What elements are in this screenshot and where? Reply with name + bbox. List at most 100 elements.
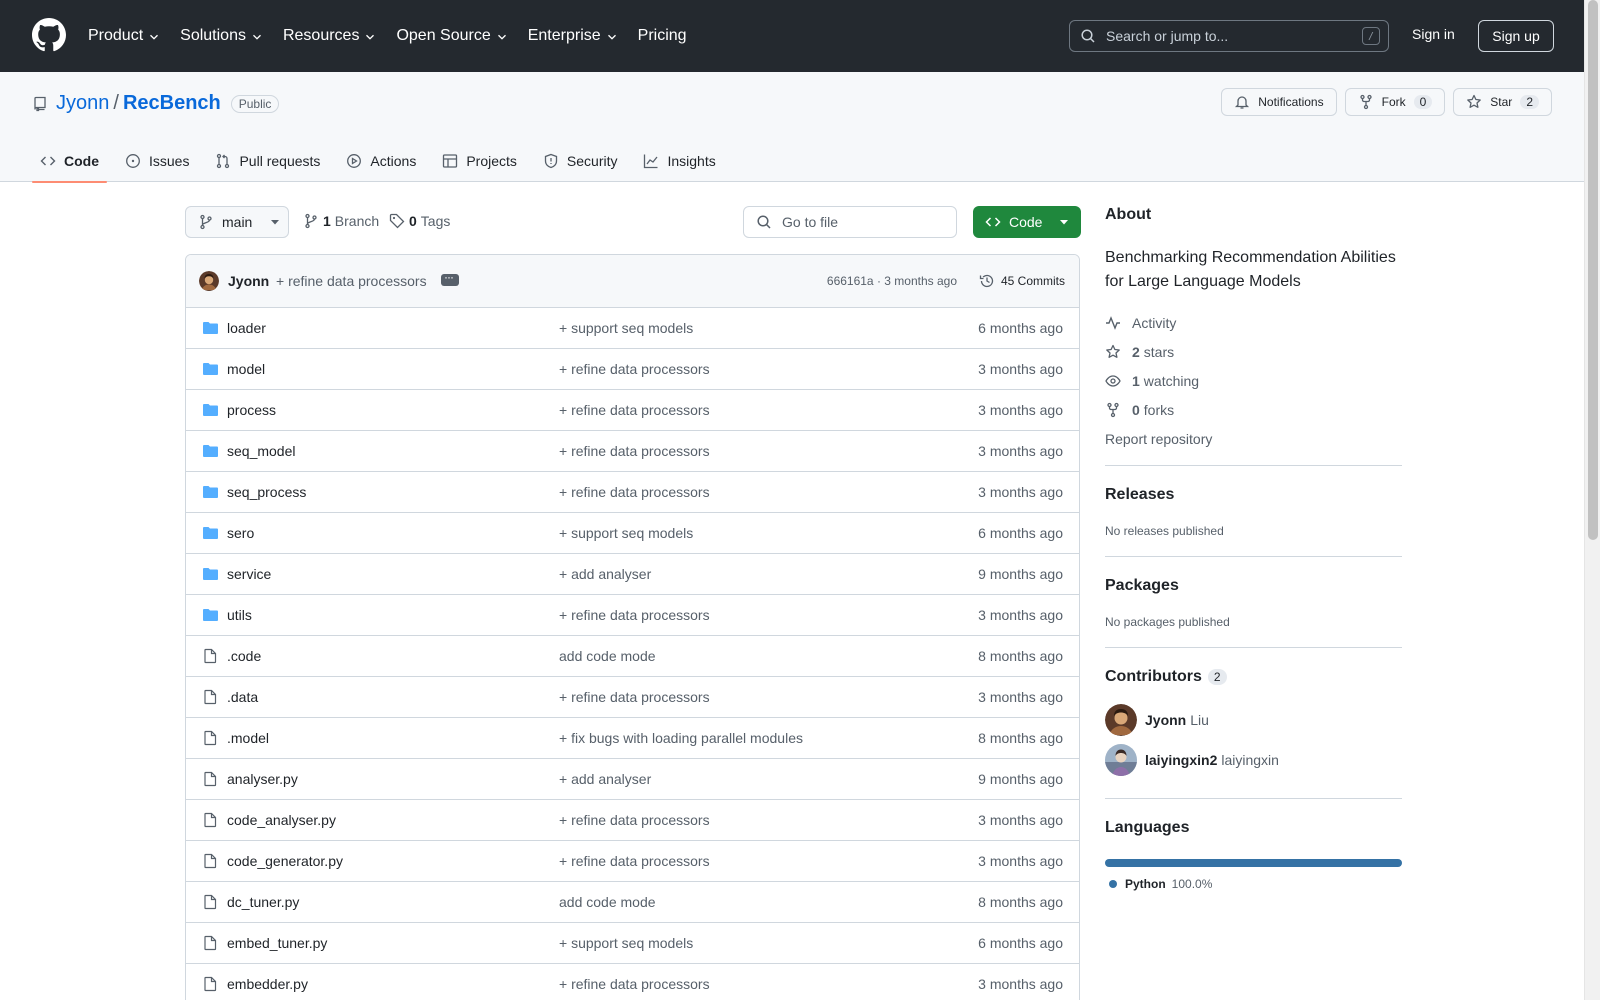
file-commit-message-link[interactable]: add code mode	[559, 648, 656, 664]
file-name-link[interactable]: .data	[227, 689, 258, 705]
nav-open-source[interactable]: Open Source	[396, 22, 508, 50]
file-commit-message-link[interactable]: + refine data processors	[559, 812, 710, 828]
file-name-link[interactable]: dc_tuner.py	[227, 894, 299, 910]
repo-name-link[interactable]: RecBench	[123, 92, 221, 115]
commit-sha-time[interactable]: 666161a · 3 months ago	[827, 274, 957, 288]
forks-link[interactable]: 0 forks	[1105, 395, 1402, 424]
file-row[interactable]: utils + refine data processors 3 months ag…	[186, 595, 1079, 636]
sign-in-link[interactable]: Sign in	[1412, 26, 1455, 42]
page-scrollbar[interactable]	[1584, 0, 1600, 1000]
file-name-link[interactable]: .code	[227, 648, 261, 664]
tab-projects[interactable]: Projects	[434, 140, 525, 182]
tab-insights[interactable]: Insights	[635, 140, 723, 182]
file-commit-message-link[interactable]: + fix bugs with loading parallel modules	[559, 730, 803, 746]
file-commit-message-link[interactable]: + refine data processors	[559, 853, 710, 869]
sign-up-button[interactable]: Sign up	[1478, 20, 1554, 52]
avatar[interactable]	[199, 271, 219, 291]
commit-message-link[interactable]: + refine data processors	[276, 273, 427, 289]
file-commit-message-link[interactable]: + refine data processors	[559, 607, 710, 623]
file-name-link[interactable]: model	[227, 361, 265, 377]
file-row[interactable]: seq_process + refine data processors 3 mon…	[186, 472, 1079, 513]
nav-enterprise[interactable]: Enterprise	[528, 22, 619, 50]
branch-name: main	[222, 214, 253, 230]
file-name-link[interactable]: loader	[227, 320, 266, 336]
file-commit-message-link[interactable]: + refine data processors	[559, 443, 710, 459]
notifications-button[interactable]: Notifications	[1221, 88, 1337, 116]
file-name-link[interactable]: seq_model	[227, 443, 296, 459]
tab-actions[interactable]: Actions	[338, 140, 424, 182]
file-commit-message-link[interactable]: + add analyser	[559, 771, 651, 787]
tags-link[interactable]: 0 Tags	[389, 213, 450, 229]
file-name-link[interactable]: service	[227, 566, 271, 582]
branches-link[interactable]: 1 Branch	[303, 213, 379, 229]
file-name-link[interactable]: embedder.py	[227, 976, 308, 992]
file-name-link[interactable]: embed_tuner.py	[227, 935, 327, 951]
file-commit-message-link[interactable]: + support seq models	[559, 935, 693, 951]
commit-history-link[interactable]: 45 Commits	[979, 273, 1065, 289]
report-repository-link[interactable]: Report repository	[1105, 424, 1402, 453]
file-name-link[interactable]: code_analyser.py	[227, 812, 336, 828]
scrollbar-thumb[interactable]	[1588, 0, 1598, 540]
packages-heading[interactable]: Packages	[1105, 577, 1179, 595]
file-row[interactable]: seq_model + refine data processors 3 month…	[186, 431, 1079, 472]
tab-pull-requests[interactable]: Pull requests	[207, 140, 328, 182]
file-name-link[interactable]: analyser.py	[227, 771, 298, 787]
file-commit-date: 6 months ago	[978, 935, 1063, 951]
file-row[interactable]: dc_tuner.py add code mode 8 months ago	[186, 882, 1079, 923]
nav-solutions[interactable]: Solutions	[180, 22, 264, 50]
file-commit-message-link[interactable]: + refine data processors	[559, 484, 710, 500]
nav-pricing[interactable]: Pricing	[638, 22, 687, 50]
branch-select-button[interactable]: main	[185, 206, 289, 238]
global-search-input[interactable]: Search or jump to... /	[1069, 20, 1389, 52]
file-row[interactable]: loader + support seq models 6 months ago	[186, 308, 1079, 349]
code-dropdown-button[interactable]: Code	[973, 206, 1081, 238]
commit-details-toggle[interactable]	[441, 270, 459, 286]
file-commit-message-link[interactable]: + refine data processors	[559, 689, 710, 705]
file-row[interactable]: analyser.py + add analyser 9 months ago	[186, 759, 1079, 800]
releases-heading[interactable]: Releases	[1105, 486, 1174, 504]
language-item[interactable]: Python 100.0%	[1105, 877, 1402, 891]
repo-owner-link[interactable]: Jyonn	[56, 92, 109, 115]
file-name-link[interactable]: .model	[227, 730, 269, 746]
activity-link[interactable]: Activity	[1105, 308, 1402, 337]
tab-security[interactable]: Security	[535, 140, 626, 182]
go-to-file-input[interactable]: Go to file	[743, 206, 957, 238]
commit-author-link[interactable]: Jyonn	[228, 273, 269, 289]
file-commit-message-link[interactable]: + add analyser	[559, 566, 651, 582]
file-name-link[interactable]: seq_process	[227, 484, 306, 500]
star-button[interactable]: Star 2	[1453, 88, 1552, 116]
fork-button[interactable]: Fork 0	[1344, 88, 1446, 116]
file-name-link[interactable]: utils	[227, 607, 252, 623]
contributors-heading[interactable]: Contributors	[1105, 668, 1202, 686]
stars-link[interactable]: 2 stars	[1105, 337, 1402, 366]
file-row[interactable]: .model + fix bugs with loading parallel m…	[186, 718, 1079, 759]
file-row[interactable]: model + refine data processors 3 months ag…	[186, 349, 1079, 390]
file-commit-message-link[interactable]: + refine data processors	[559, 361, 710, 377]
file-name-link[interactable]: process	[227, 402, 276, 418]
file-row[interactable]: code_analyser.py + refine data processors…	[186, 800, 1079, 841]
nav-resources[interactable]: Resources	[283, 22, 377, 50]
contributor-item[interactable]: Jyonn Liu	[1105, 700, 1402, 740]
file-row[interactable]: .code add code mode 8 months ago	[186, 636, 1079, 677]
file-row[interactable]: process + refine data processors 3 months …	[186, 390, 1079, 431]
tab-issues[interactable]: Issues	[117, 140, 197, 182]
file-commit-message-link[interactable]: add code mode	[559, 894, 656, 910]
file-name-link[interactable]: code_generator.py	[227, 853, 343, 869]
nav-product[interactable]: Product	[88, 22, 161, 50]
file-row[interactable]: .data + refine data processors 3 months ag…	[186, 677, 1079, 718]
tab-code[interactable]: Code	[32, 140, 107, 183]
file-commit-message-link[interactable]: + refine data processors	[559, 402, 710, 418]
file-commit-message-link[interactable]: + refine data processors	[559, 976, 710, 992]
github-logo-icon[interactable]	[32, 18, 66, 52]
file-row[interactable]: service + add analyser 9 months ago	[186, 554, 1079, 595]
file-row[interactable]: sero + support seq models 6 months ago	[186, 513, 1079, 554]
file-row[interactable]: code_generator.py + refine data processor…	[186, 841, 1079, 882]
file-commit-message-link[interactable]: + support seq models	[559, 320, 693, 336]
file-name-link[interactable]: sero	[227, 525, 254, 541]
file-row[interactable]: embed_tuner.py + support seq models 6 mont…	[186, 923, 1079, 964]
packages-note: No packages published	[1105, 615, 1230, 629]
contributor-item[interactable]: laiyingxin2 laiyingxin	[1105, 740, 1402, 780]
file-row[interactable]: embedder.py + refine data processors 3 mon…	[186, 964, 1079, 1000]
file-commit-message-link[interactable]: + support seq models	[559, 525, 693, 541]
watching-link[interactable]: 1 watching	[1105, 366, 1402, 395]
